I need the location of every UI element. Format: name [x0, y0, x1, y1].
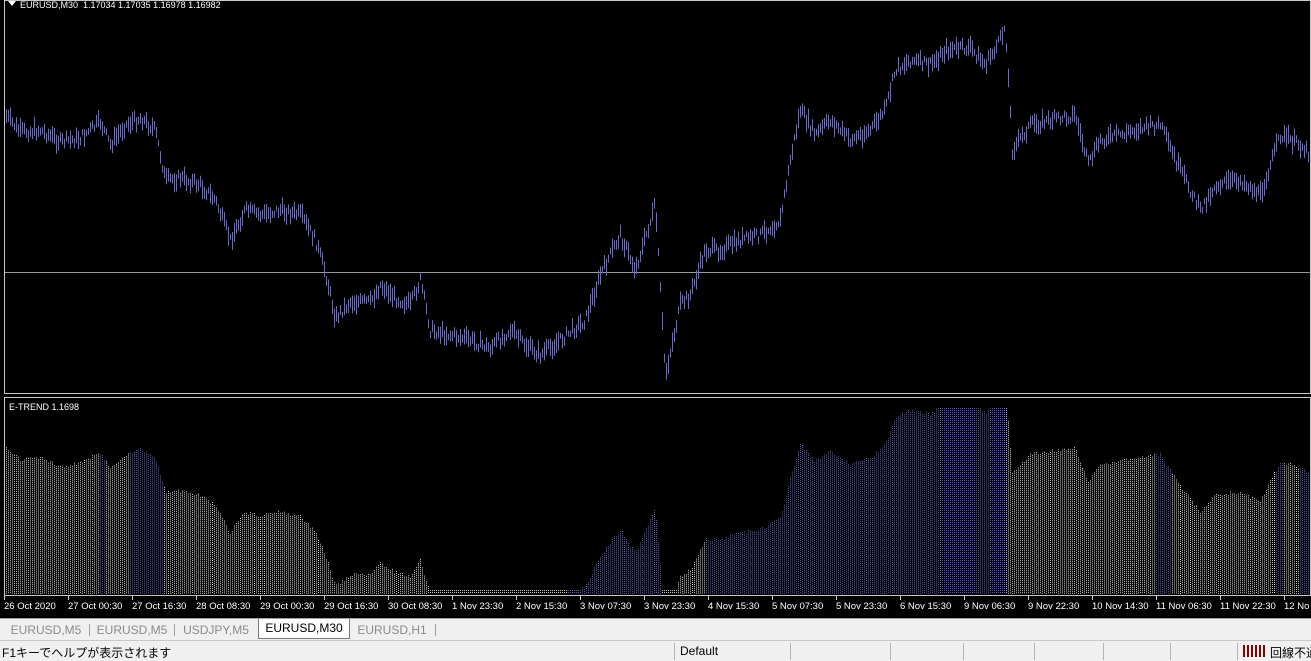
chart-tab-bar: EURUSD,M5 EURUSD,M5 USDJPY,M5 EURUSD,M30… — [0, 618, 1311, 640]
time-label: 11 Nov 22:30 — [1220, 601, 1276, 612]
status-connection: 回線不通 — [1270, 646, 1311, 660]
tab-eurusd-m5-2[interactable]: EURUSD,M5 — [92, 621, 172, 639]
time-label: 1 Nov 23:30 — [452, 601, 503, 612]
time-label: 3 Nov 07:30 — [580, 601, 631, 612]
chart-area[interactable]: 26 Oct 2020 27 Oct 00:30 27 Oct 16:30 28 Oc… — [0, 0, 1311, 618]
tab-usdjpy-m5[interactable]: USDJPY,M5 — [177, 621, 255, 639]
time-label: 2 Nov 15:30 — [516, 601, 567, 612]
time-label: 26 Oct 2020 — [4, 601, 56, 612]
time-label: 28 Oct 08:30 — [196, 601, 250, 612]
time-label: 30 Oct 08:30 — [388, 601, 442, 612]
time-label: 5 Nov 23:30 — [836, 601, 887, 612]
time-label: 27 Oct 16:30 — [132, 601, 186, 612]
tab-eurusd-h1[interactable]: EURUSD,H1 — [352, 621, 432, 639]
time-label: 11 Nov 06:30 — [1156, 601, 1212, 612]
time-label: 9 Nov 22:30 — [1028, 601, 1079, 612]
time-label: 27 Oct 00:30 — [68, 601, 122, 612]
window-menu-arrow-icon[interactable] — [8, 1, 16, 6]
indicator-title: E-TREND 1.1698 — [9, 402, 80, 412]
status-profile: Default — [680, 644, 719, 658]
time-label: 4 Nov 15:30 — [708, 601, 759, 612]
time-label: 12 No — [1284, 601, 1309, 612]
time-label: 6 Nov 15:30 — [900, 601, 951, 612]
time-label: 29 Oct 00:30 — [260, 601, 314, 612]
time-label: 9 Nov 06:30 — [964, 601, 1015, 612]
time-label: 3 Nov 23:30 — [644, 601, 695, 612]
status-bar: F1キーでヘルプが表示されます Default 回線不通 — [0, 640, 1311, 661]
main-chart-title: EURUSD,M30 1.17034 1.17035 1.16978 1.169… — [20, 0, 221, 10]
status-help-text: F1キーでヘルプが表示されます — [2, 646, 172, 660]
time-label: 10 Nov 14:30 — [1092, 601, 1149, 612]
indicator-histogram — [6, 408, 1309, 594]
time-label: 29 Oct 16:30 — [324, 601, 378, 612]
tab-eurusd-m5-1[interactable]: EURUSD,M5 — [6, 621, 86, 639]
tab-eurusd-m30[interactable]: EURUSD,M30 — [258, 619, 350, 639]
connection-bars-icon — [1243, 645, 1267, 657]
time-axis: 26 Oct 2020 27 Oct 00:30 27 Oct 16:30 28 Oc… — [4, 595, 1309, 612]
price-bars — [6, 25, 1309, 380]
chart-canvas[interactable]: 26 Oct 2020 27 Oct 00:30 27 Oct 16:30 28 Oc… — [0, 0, 1311, 618]
time-label: 5 Nov 07:30 — [772, 601, 823, 612]
